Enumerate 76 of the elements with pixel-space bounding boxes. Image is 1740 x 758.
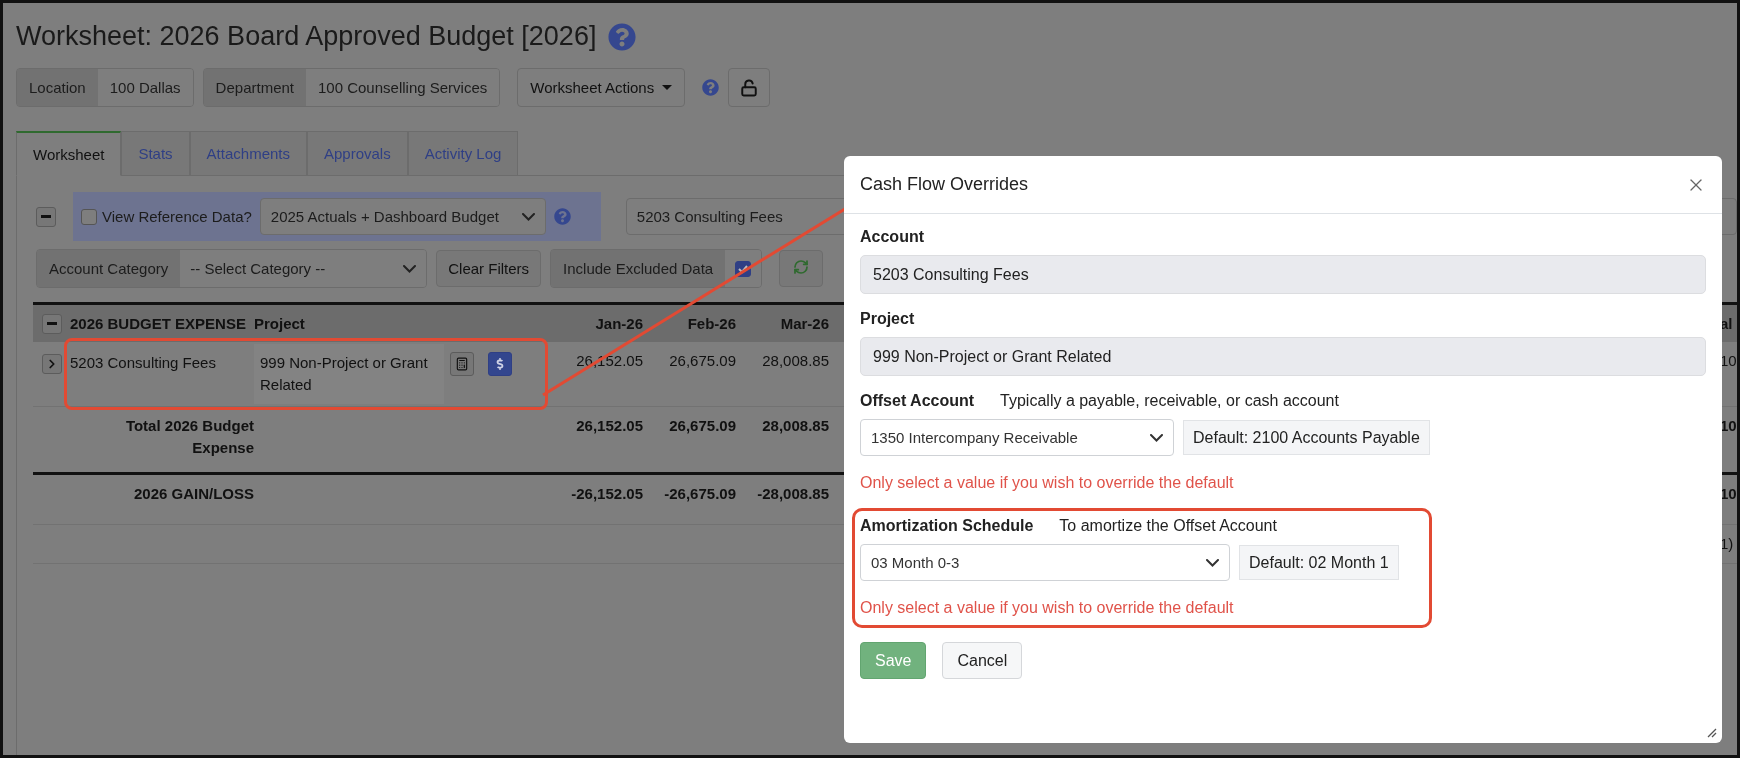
chevron-down-icon	[521, 212, 535, 221]
field-label: Amortization Schedule	[860, 517, 1034, 535]
column-header: Mar-26	[779, 315, 829, 332]
checkbox-label: View Reference Data?	[102, 208, 252, 225]
default-value: Default: 2100 Accounts Payable	[1183, 420, 1430, 455]
calculator-icon	[455, 357, 469, 371]
filter-label: Department	[203, 69, 306, 106]
row-label: 2026 GAIN/LOSS	[133, 485, 254, 502]
table-cell-text: 26,675.09	[668, 351, 736, 371]
table-cell-text: 28,008.85	[761, 416, 829, 436]
refresh-icon	[793, 259, 810, 275]
filter-label: Account Category	[37, 250, 181, 287]
minus-icon	[46, 322, 57, 325]
table-cell-text: -28,008.85	[756, 484, 829, 504]
dialog-title: Cash Flow Overrides	[860, 174, 1029, 195]
table-cell-text: 26,675.09	[668, 416, 736, 436]
warning-text: Only select a value if you wish to override the default	[860, 599, 1235, 617]
unlock-icon	[740, 78, 759, 97]
column-header: 2026 BUDGET EXPENSE	[70, 315, 247, 332]
readonly-field: 5203 Consulting Fees	[860, 255, 1706, 294]
chevron-down-icon	[1206, 558, 1219, 567]
table-cell-text: 10	[1720, 351, 1737, 371]
dataset-select[interactable]: 2025 Actuals + Dashboard Budget	[259, 198, 546, 235]
tab[interactable]: Attachments	[189, 131, 307, 176]
tab[interactable]: Activity Log	[407, 131, 519, 176]
table-cell-text: -26,152.05	[570, 484, 643, 504]
checkbox[interactable]	[81, 208, 97, 225]
tab[interactable]: Stats	[121, 131, 190, 176]
chevron-down-icon	[403, 264, 417, 273]
category-filter[interactable]: Account Category -- Select Category --	[36, 249, 428, 288]
field-label: Offset Account	[860, 392, 975, 410]
table-cell-text: 5203 Consulting Fees	[70, 353, 217, 373]
column-header: Project	[254, 315, 306, 332]
lock-button[interactable]	[728, 68, 771, 107]
check-icon	[738, 263, 749, 274]
field-label: Account	[860, 228, 924, 246]
cancel-button[interactable]: Cancel	[942, 642, 1023, 679]
include-excluded-toggle[interactable]: Include Excluded Data	[550, 249, 763, 288]
field-hint: To amortize the Offset Account	[1059, 517, 1277, 535]
table-cell-text: 10	[1720, 484, 1737, 504]
table-cell-text: 10	[1720, 416, 1737, 436]
field-hint: Typically a payable, receivable, or cash account	[1000, 392, 1339, 410]
table-cell-text: 28,008.85	[761, 351, 829, 371]
collapse-button[interactable]	[41, 313, 62, 334]
table-cell-text: -26,675.09	[663, 484, 736, 504]
toggle-label: Include Excluded Data	[551, 250, 726, 287]
table-cell-text: 26,152.05	[575, 416, 643, 436]
calculator-button[interactable]	[450, 352, 474, 376]
table-cell-text: 1)	[1720, 534, 1735, 554]
dollar-button[interactable]	[488, 352, 512, 376]
readonly-field: 999 Non-Project or Grant Related	[860, 337, 1706, 376]
page-title: Worksheet: 2026 Board Approved Budget [2026]	[16, 21, 597, 52]
select-field[interactable]: 1350 Intercompany Receivable	[860, 419, 1174, 456]
chevron-down-icon	[1150, 433, 1163, 442]
actions-dropdown[interactable]: Worksheet Actions	[517, 68, 686, 107]
caret-icon	[662, 85, 673, 90]
warning-text: Only select a value if you wish to override the default	[860, 474, 1235, 492]
clear-filters-button[interactable]: Clear Filters	[436, 250, 542, 287]
dollar-icon	[494, 358, 506, 370]
resize-grip-icon	[1705, 726, 1717, 738]
minus-icon	[41, 215, 51, 218]
expand-button[interactable]	[41, 354, 62, 374]
row-label: Total 2026 Budget Expense	[125, 417, 254, 456]
tab[interactable]: Worksheet	[16, 131, 122, 176]
filter-label: Location	[17, 69, 98, 106]
tab[interactable]: Approvals	[307, 131, 408, 176]
help-icon[interactable]	[608, 22, 637, 51]
collapse-button[interactable]	[36, 206, 56, 227]
column-header: Jan-26	[594, 315, 643, 332]
default-value: Default: 02 Month 1	[1239, 545, 1399, 580]
table-cell: 999 Non-Project or Grant Related	[254, 344, 444, 404]
column-header: Feb-26	[686, 315, 736, 332]
help-icon[interactable]	[702, 79, 720, 96]
field-label: Project	[860, 310, 915, 328]
save-button[interactable]: Save	[860, 642, 927, 679]
select-field[interactable]: 03 Month 0-3	[860, 544, 1230, 581]
